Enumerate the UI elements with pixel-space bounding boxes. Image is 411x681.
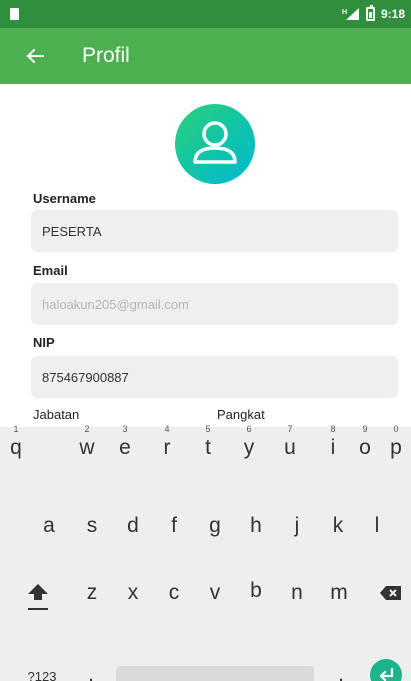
- key-w[interactable]: 2w: [72, 424, 102, 460]
- user-icon: [193, 121, 237, 164]
- key-z[interactable]: z: [77, 581, 107, 605]
- key-i[interactable]: 8i: [318, 424, 348, 460]
- key-x[interactable]: x: [118, 581, 148, 605]
- key-b[interactable]: b: [241, 579, 271, 603]
- backspace-icon: [380, 586, 401, 600]
- key-g[interactable]: g: [200, 514, 230, 538]
- enter-icon: [379, 667, 394, 681]
- key-q[interactable]: 1q: [1, 424, 31, 460]
- username-field-box: [31, 210, 398, 252]
- key-m[interactable]: m: [322, 581, 356, 605]
- key-c[interactable]: c: [159, 581, 189, 605]
- key-v[interactable]: v: [200, 581, 230, 605]
- nip-field-box: [31, 356, 398, 398]
- soft-keyboard: 1q 2w 3e 4r 5t 6y 7u 8i 9o 0p a s d f g …: [0, 424, 411, 681]
- email-field-box: [31, 283, 398, 325]
- key-u[interactable]: 7u: [275, 424, 305, 460]
- backspace-key[interactable]: [378, 584, 404, 606]
- key-e[interactable]: 3e: [110, 424, 140, 460]
- key-h[interactable]: h: [241, 514, 271, 538]
- key-p[interactable]: 0p: [381, 424, 411, 460]
- sim-card-icon: [10, 8, 19, 20]
- key-r[interactable]: 4r: [152, 424, 182, 460]
- nip-label: NIP: [33, 335, 55, 350]
- profile-avatar[interactable]: [175, 104, 255, 184]
- key-n[interactable]: n: [282, 581, 312, 605]
- nip-input[interactable]: [31, 356, 398, 398]
- signal-icon: H: [342, 7, 360, 21]
- shift-icon: [28, 584, 48, 610]
- arrow-left-icon: [26, 48, 44, 64]
- period-key[interactable]: .: [333, 663, 349, 681]
- email-input[interactable]: [31, 283, 398, 325]
- shift-key[interactable]: [22, 579, 54, 615]
- space-key[interactable]: [116, 666, 314, 681]
- key-k[interactable]: k: [323, 514, 353, 538]
- status-time: 9:18: [380, 7, 405, 21]
- key-o[interactable]: 9o: [350, 424, 380, 460]
- symbols-key[interactable]: ?123: [24, 669, 60, 681]
- page-title: Profil: [82, 44, 130, 67]
- status-icons: H 9:18: [342, 5, 405, 23]
- key-j[interactable]: j: [282, 514, 312, 538]
- key-l[interactable]: l: [362, 514, 392, 538]
- enter-key[interactable]: [370, 659, 402, 681]
- key-t[interactable]: 5t: [193, 424, 223, 460]
- key-s[interactable]: s: [77, 514, 107, 538]
- jabatan-label: Jabatan: [33, 407, 80, 422]
- key-a[interactable]: a: [34, 514, 64, 538]
- svg-text:H: H: [342, 9, 347, 16]
- app-bar: Profil: [0, 28, 411, 84]
- username-input[interactable]: [31, 210, 398, 252]
- pangkat-label: Pangkat: [217, 407, 265, 422]
- status-bar: H 9:18: [0, 0, 411, 28]
- battery-icon: [365, 5, 375, 21]
- key-f[interactable]: f: [159, 514, 189, 538]
- key-d[interactable]: d: [118, 514, 148, 538]
- email-label: Email: [33, 263, 68, 278]
- comma-key[interactable]: ,: [83, 663, 99, 681]
- key-y[interactable]: 6y: [234, 424, 264, 460]
- back-button[interactable]: [22, 43, 48, 69]
- username-label: Username: [33, 191, 96, 206]
